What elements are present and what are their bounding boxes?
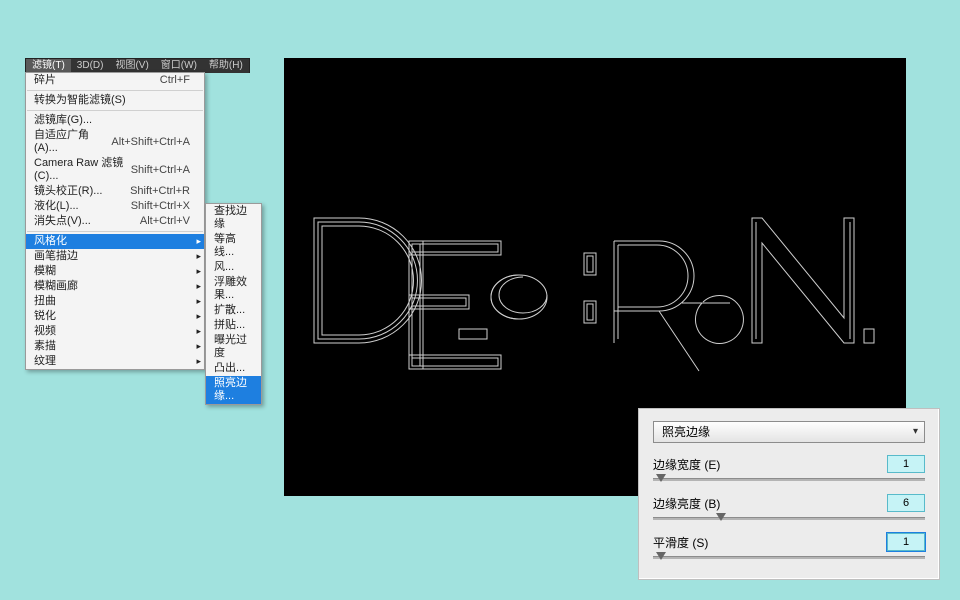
menu-camera-raw[interactable]: Camera Raw 滤镜(C)...Shift+Ctrl+A [26, 156, 204, 184]
menu-blur[interactable]: 模糊 [26, 264, 204, 279]
slider-label: 平滑度 (S) [653, 534, 887, 551]
menu-lens-correction[interactable]: 镜头校正(R)...Shift+Ctrl+R [26, 184, 204, 199]
menubar-help[interactable]: 帮助(H) [203, 59, 249, 73]
menu-sketch[interactable]: 素描 [26, 339, 204, 354]
app-menubar[interactable]: 滤镜(T) 3D(D) 视图(V) 窗口(W) 帮助(H) [25, 58, 250, 73]
menubar-3d[interactable]: 3D(D) [71, 59, 110, 73]
menu-shortcut: Ctrl+F [160, 74, 190, 87]
slider-row-edge-brightness: 边缘亮度 (B) 6 [639, 490, 939, 512]
submenu-diffuse[interactable]: 扩散... [206, 303, 261, 318]
menu-video[interactable]: 视频 [26, 324, 204, 339]
menu-separator [27, 231, 203, 232]
submenu-wind[interactable]: 风... [206, 260, 261, 275]
stylize-submenu: 查找边缘 等高线... 风... 浮雕效果... 扩散... 拼贴... 曝光过… [205, 203, 262, 405]
slider-row-edge-width: 边缘宽度 (E) 1 [639, 451, 939, 473]
menubar-filter[interactable]: 滤镜(T) [26, 59, 71, 73]
filter-options-panel: 照亮边缘 边缘宽度 (E) 1 边缘亮度 (B) 6 平滑度 (S) 1 [638, 408, 940, 580]
filter-name-dropdown[interactable]: 照亮边缘 [653, 421, 925, 443]
menu-label: 碎片 [34, 74, 56, 87]
menu-stylize[interactable]: 风格化 [26, 234, 204, 249]
slider-smoothness[interactable] [653, 554, 925, 562]
slider-thumb[interactable] [716, 513, 726, 521]
slider-value-input[interactable]: 6 [887, 494, 925, 512]
submenu-contour[interactable]: 等高线... [206, 232, 261, 260]
slider-thumb[interactable] [656, 474, 666, 482]
slider-track [653, 478, 925, 481]
menu-filter-gallery[interactable]: 滤镜库(G)... [26, 113, 204, 128]
slider-value-input[interactable]: 1 [887, 533, 925, 551]
menu-separator [27, 90, 203, 91]
slider-row-smoothness: 平滑度 (S) 1 [639, 529, 939, 551]
menubar-window[interactable]: 窗口(W) [155, 59, 203, 73]
slider-label: 边缘亮度 (B) [653, 495, 887, 512]
menu-texture[interactable]: 纹理 [26, 354, 204, 369]
slider-track [653, 517, 925, 520]
submenu-emboss[interactable]: 浮雕效果... [206, 275, 261, 303]
menu-sharpen[interactable]: 锐化 [26, 309, 204, 324]
menu-distort[interactable]: 扭曲 [26, 294, 204, 309]
menu-label: 转换为智能滤镜(S) [34, 94, 126, 107]
menu-adaptive-wide[interactable]: 自适应广角(A)...Alt+Shift+Ctrl+A [26, 128, 204, 156]
slider-value-input[interactable]: 1 [887, 455, 925, 473]
slider-label: 边缘宽度 (E) [653, 456, 887, 473]
submenu-glowing-edges[interactable]: 照亮边缘... [206, 376, 261, 404]
slider-thumb[interactable] [656, 552, 666, 560]
slider-edge-brightness[interactable] [653, 515, 925, 523]
menu-liquify[interactable]: 液化(L)...Shift+Ctrl+X [26, 199, 204, 214]
submenu-tiles[interactable]: 拼贴... [206, 318, 261, 333]
menu-last-filter[interactable]: 碎片 Ctrl+F [26, 73, 204, 88]
menu-blur-gallery[interactable]: 模糊画廊 [26, 279, 204, 294]
slider-edge-width[interactable] [653, 476, 925, 484]
menu-convert-smart[interactable]: 转换为智能滤镜(S) [26, 93, 204, 108]
dropdown-value: 照亮边缘 [662, 425, 710, 439]
submenu-solarize[interactable]: 曝光过度 [206, 333, 261, 361]
menu-separator [27, 110, 203, 111]
menu-brush-strokes[interactable]: 画笔描边 [26, 249, 204, 264]
submenu-find-edges[interactable]: 查找边缘 [206, 204, 261, 232]
submenu-extrude[interactable]: 凸出... [206, 361, 261, 376]
design-artwork [304, 203, 886, 383]
filter-menu: 碎片 Ctrl+F 转换为智能滤镜(S) 滤镜库(G)... 自适应广角(A).… [25, 72, 205, 370]
slider-track [653, 556, 925, 559]
menu-vanishing-point[interactable]: 消失点(V)...Alt+Ctrl+V [26, 214, 204, 229]
menubar-view[interactable]: 视图(V) [109, 59, 154, 73]
